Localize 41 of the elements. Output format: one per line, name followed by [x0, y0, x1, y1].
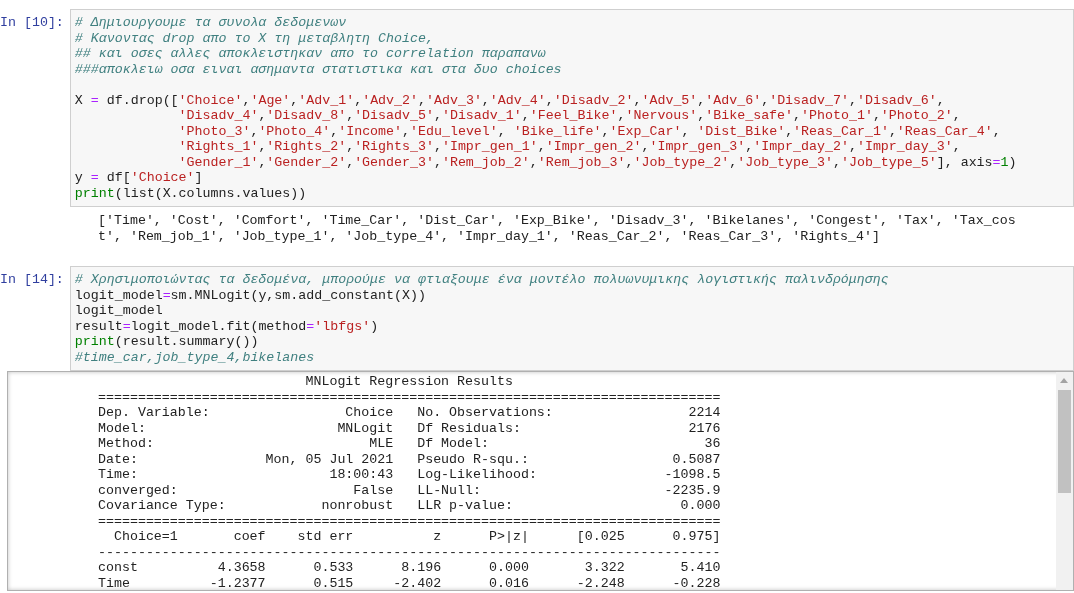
- output-line: Method: MLE Df Model: 36: [98, 436, 721, 452]
- output-line: Dep. Variable: Choice No. Observations: 2214: [98, 405, 721, 421]
- output-scroll-area[interactable]: [7, 371, 1074, 591]
- code-line: X = df.drop(['Choice','Age','Adv_1','Adv_2','Adv_3','Adv_4','Disadv_2','Adv_5','Adv_6','Disadv_7','Disadv_6',: [74, 92, 945, 108]
- code-comment: #time_car,job_type_4,bikelanes: [74, 349, 315, 365]
- output-line: Model: MNLogit Df Residuals: 2176: [98, 420, 721, 436]
- output-line: MNLogit Regression Results: [304, 374, 513, 390]
- code-line: 'Gender_1','Gender_2','Gender_3','Rem_job_2','Rem_job_3','Job_type_2','Job_type_3','Job_type_5'], axis=1): [177, 154, 1017, 170]
- output-line: Time: 18:00:43 Log-Likelihood: -1098.5: [98, 467, 721, 483]
- code-line: print(list(X.columns.values)): [74, 185, 307, 201]
- code-line: result=logit_model.fit(method='lbfgs'): [74, 318, 379, 334]
- code-line: 'Photo_3','Photo_4','Income','Edu_level', 'Bike_life','Exp_Car', 'Dist_Bike','Reas_Car_1','Reas_Car_4',: [177, 123, 1001, 139]
- code-cell[interactable]: [69, 9, 1074, 207]
- code-cell[interactable]: [69, 266, 1074, 371]
- code-line: logit_model: [74, 303, 163, 319]
- output-line: t', 'Rem_job_1', 'Job_type_1', 'Job_type_4', 'Impr_day_1', 'Reas_Car_2', 'Reas_Car_3', 'Rights_4']: [98, 228, 880, 244]
- code-line: 'Disadv_4','Disadv_8','Disadv_5','Disadv_1','Feel_Bike','Nervous','Bike_safe','Photo_1','Photo_2',: [177, 108, 961, 124]
- cell-prompt: In [10]:: [0, 14, 65, 31]
- output-line: Time -1.2377 0.515 -2.402 0.016 -2.248 -0.228: [98, 575, 721, 590]
- output-line: ==============================================================================: [98, 513, 721, 529]
- code-line: y = df['Choice']: [74, 170, 203, 186]
- code-comment: ###αποκλειω οσα ειναι ασημαντα στατιστικα και στα δυο choices: [74, 61, 562, 77]
- output-line: ------------------------------------------------------------------------------: [98, 544, 721, 560]
- scrollbar-track[interactable]: [1056, 372, 1073, 590]
- output-line: Date: Mon, 05 Jul 2021 Pseudo R-squ.: 0.5087: [98, 451, 721, 467]
- code-line: logit_model=sm.MNLogit(y,sm.add_constant(X)): [74, 287, 426, 303]
- output-line: Covariance Type: nonrobust LLR p-value: 0.000: [98, 498, 721, 514]
- code-comment: # Δημιουργουμε τα συνολα δεδομενων: [74, 15, 347, 31]
- output-line: ==============================================================================: [98, 389, 721, 405]
- code-line: print(result.summary()): [74, 334, 259, 350]
- output-line: Choice=1 coef std err z P>|z| [0.025 0.975]: [112, 529, 721, 545]
- output-line: const 4.3658 0.533 8.196 0.000 3.322 5.410: [98, 560, 721, 576]
- code-comment: ## και οσες αλλες αποκλειστηκαν απο το correlation παραπανω: [74, 46, 546, 62]
- code-comment: # Κανοντας drop απο το X τη μεταβλητη Choice,: [74, 30, 434, 46]
- scrollbar-thumb[interactable]: [1058, 390, 1071, 493]
- code-line: 'Rights_1','Rights_2','Rights_3','Impr_gen_1','Impr_gen_2','Impr_gen_3','Impr_day_2','Impr_day_3',: [177, 139, 961, 155]
- cell-prompt: In [14]:: [0, 271, 65, 288]
- output-line: ['Time', 'Cost', 'Comfort', 'Time_Car', 'Dist_Car', 'Exp_Bike', 'Disadv_3', 'Bikelanes', 'Congest', 'Tax', 'Tax_cos: [98, 213, 1016, 229]
- code-comment: # Χρησιμοποιώντας τα δεδομένα, μπορούμε να φτιαξουμε ένα μοντέλο πολυωνυμικης λογιστικής παλινδρόμησης: [74, 272, 889, 288]
- output-line: converged: False LL-Null: -2235.9: [98, 482, 721, 498]
- scroll-up-arrow-icon[interactable]: [1060, 378, 1068, 383]
